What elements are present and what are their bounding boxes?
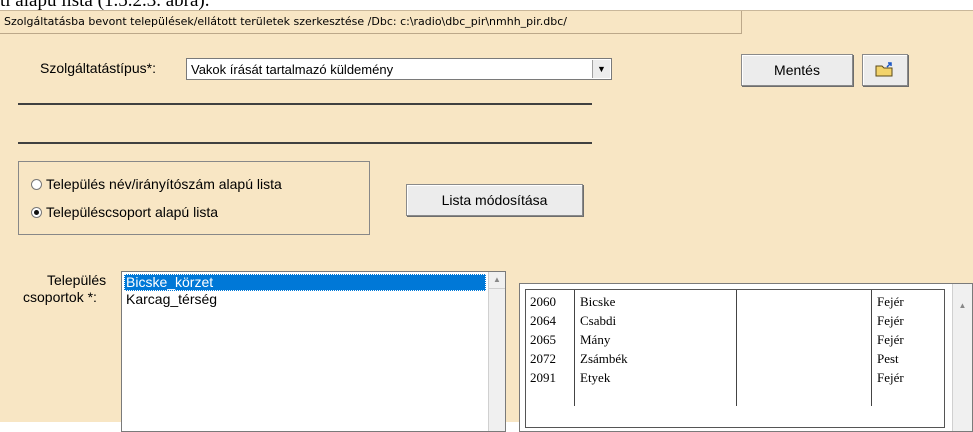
chevron-up-icon[interactable]: ▲ — [953, 298, 972, 314]
dialog-window: Szolgáltatásba bevont települések/elláto… — [0, 10, 973, 432]
divider — [18, 103, 592, 105]
groups-label-line1: Település — [47, 272, 107, 288]
zip-cell: 2091 — [530, 370, 556, 385]
zip-cell: 2072 — [530, 351, 556, 366]
county-cell: Pest — [877, 351, 899, 366]
name-cell: Csabdi — [580, 313, 617, 328]
zip-cell: 2060 — [530, 294, 556, 309]
save-button[interactable]: Mentés — [741, 54, 853, 86]
divider — [18, 142, 592, 144]
settlement-groups-listbox[interactable]: Bicske_körzet Karcag_térség ▲ — [121, 271, 506, 432]
name-cell: Etyek — [580, 370, 611, 385]
settlements-grid[interactable]: 2060 Bicske Fejér 2064 Csabdi Fejér 2065… — [519, 283, 973, 432]
groups-label-line2: csoportok *: — [23, 289, 97, 305]
county-cell: Fejér — [877, 332, 904, 347]
zip-cell: 2065 — [530, 332, 556, 347]
name-cell: Bicske — [580, 294, 616, 309]
table-row[interactable]: 2060 Bicske Fejér — [526, 290, 944, 311]
radio-label: Település név/irányítószám alapú lista — [46, 176, 282, 192]
service-type-value: Vakok írását tartalmazó küldemény — [191, 62, 394, 77]
table-row[interactable]: 2065 Mány Fejér — [526, 328, 944, 349]
list-item[interactable]: Karcag_térség — [124, 291, 486, 308]
chevron-up-icon[interactable]: ▲ — [489, 272, 505, 289]
table-row[interactable]: 2064 Csabdi Fejér — [526, 309, 944, 330]
list-item[interactable]: Bicske_körzet — [124, 274, 486, 291]
open-folder-button[interactable] — [862, 54, 908, 86]
scrollbar[interactable]: ▲ — [952, 284, 972, 431]
county-cell: Fejér — [877, 294, 904, 309]
name-cell: Zsámbék — [580, 351, 628, 366]
settlements-table: 2060 Bicske Fejér 2064 Csabdi Fejér 2065… — [525, 289, 945, 428]
zip-cell: 2064 — [530, 313, 556, 328]
service-type-select[interactable]: Vakok írását tartalmazó küldemény ▼ — [186, 58, 612, 80]
name-cell: Mány — [580, 332, 611, 347]
county-cell: Fejér — [877, 313, 904, 328]
radio-circle-icon — [31, 179, 42, 190]
folder-icon — [875, 62, 893, 77]
table-row[interactable]: 2072 Zsámbék Pest — [526, 347, 944, 368]
radio-name-zip-list[interactable]: Település név/irányítószám alapú lista — [31, 176, 282, 192]
scrollbar[interactable]: ▲ — [488, 272, 505, 431]
county-cell: Fejér — [877, 370, 904, 385]
radio-label: Településcsoport alapú lista — [46, 204, 218, 220]
list-type-group: Település név/irányítószám alapú lista T… — [18, 161, 370, 235]
modify-list-button[interactable]: Lista módosítása — [406, 184, 583, 216]
service-type-label: Szolgáltatástípus*: — [40, 60, 156, 76]
radio-group-list[interactable]: Településcsoport alapú lista — [31, 204, 218, 220]
radio-checked-icon — [31, 207, 42, 218]
chevron-down-icon[interactable]: ▼ — [592, 60, 610, 78]
window-title: Szolgáltatásba bevont települések/elláto… — [0, 11, 742, 34]
table-row[interactable]: 2091 Etyek Fejér — [526, 366, 944, 387]
